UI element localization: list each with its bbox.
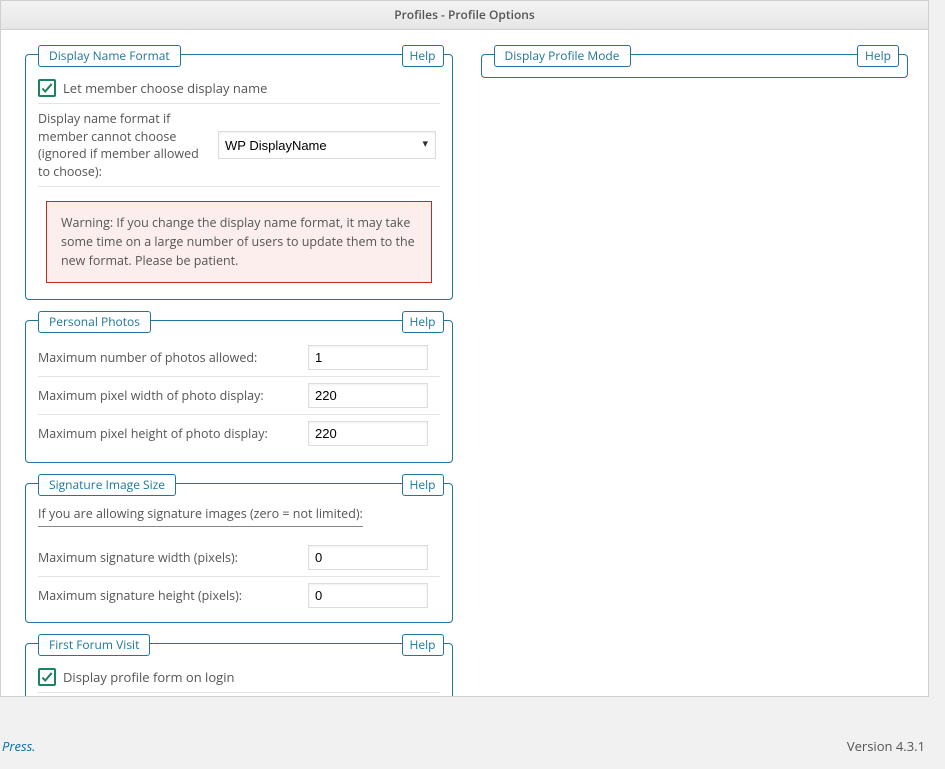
display-name-format-label: Display name format if member cannot cho… — [38, 110, 218, 180]
panel-signature-image-size: Signature Image Size Help If you are all… — [25, 483, 453, 623]
panel-first-forum-visit: First Forum Visit Help Display profile f… — [25, 643, 453, 697]
version-text: Version 4.3.1 — [847, 737, 925, 755]
let-member-choose-row: Let member choose display name — [38, 73, 440, 104]
check-icon — [40, 670, 54, 684]
sig-width-label: Maximum signature width (pixels): — [38, 549, 308, 567]
panel-personal-photos: Personal Photos Help Maximum number of p… — [25, 320, 453, 463]
max-height-label: Maximum pixel height of photo display: — [38, 425, 308, 443]
settings-page: Profiles - Profile Options Display Name … — [0, 0, 929, 697]
panel-legend: Signature Image Size — [38, 474, 176, 496]
signature-intro: If you are allowing signature images (ze… — [38, 505, 363, 527]
panel-legend: Personal Photos — [38, 311, 151, 333]
max-photos-row: Maximum number of photos allowed: — [38, 339, 440, 377]
row-control — [308, 383, 440, 408]
max-height-input[interactable] — [308, 421, 428, 446]
press-link[interactable]: Press. — [2, 737, 35, 755]
row-control — [308, 421, 440, 446]
force-password-change-row: Force password change — [38, 693, 440, 697]
column-left: Display Name Format Help Let member choo… — [25, 54, 453, 697]
row-control — [308, 545, 440, 570]
let-member-choose-label: Let member choose display name — [63, 79, 267, 97]
signature-intro-wrap: If you are allowing signature images (ze… — [38, 502, 440, 539]
panel-display-name-format: Display Name Format Help Let member choo… — [25, 54, 453, 300]
row-control — [308, 583, 440, 608]
check-icon — [40, 81, 54, 95]
help-button[interactable]: Help — [402, 311, 444, 333]
display-profile-form-label: Display profile form on login — [63, 668, 234, 686]
panel-legend: First Forum Visit — [38, 634, 150, 656]
panel-legend: Display Profile Mode — [494, 45, 631, 67]
display-name-warning: Warning: If you change the display name … — [46, 201, 432, 283]
help-button[interactable]: Help — [402, 474, 444, 496]
display-name-format-control: WP DisplayName — [218, 131, 440, 159]
max-width-label: Maximum pixel width of photo display: — [38, 387, 308, 405]
page-title: Profiles - Profile Options — [1, 1, 928, 30]
let-member-choose-checkbox[interactable] — [38, 79, 56, 97]
columns: Display Name Format Help Let member choo… — [1, 30, 928, 697]
row-control — [308, 345, 440, 370]
panel-legend: Display Name Format — [38, 45, 181, 67]
display-name-format-select[interactable]: WP DisplayName — [218, 131, 436, 159]
max-photos-label: Maximum number of photos allowed: — [38, 349, 308, 367]
help-button[interactable]: Help — [857, 45, 899, 67]
help-button[interactable]: Help — [402, 634, 444, 656]
sig-width-input[interactable] — [308, 545, 428, 570]
max-width-row: Maximum pixel width of photo display: — [38, 377, 440, 415]
display-name-format-row: Display name format if member cannot cho… — [38, 104, 440, 187]
column-right: Display Profile Mode Help — [481, 54, 909, 697]
display-profile-form-checkbox[interactable] — [38, 668, 56, 686]
page-footer: Press. Version 4.3.1 — [0, 725, 945, 769]
select-wrap: WP DisplayName — [218, 131, 436, 159]
panel-display-profile-mode: Display Profile Mode Help — [481, 54, 909, 78]
sig-height-input[interactable] — [308, 583, 428, 608]
display-profile-form-row: Display profile form on login — [38, 662, 440, 693]
max-height-row: Maximum pixel height of photo display: — [38, 415, 440, 452]
sig-width-row: Maximum signature width (pixels): — [38, 539, 440, 577]
sig-height-label: Maximum signature height (pixels): — [38, 587, 308, 605]
help-button[interactable]: Help — [402, 45, 444, 67]
max-photos-input[interactable] — [308, 345, 428, 370]
max-width-input[interactable] — [308, 383, 428, 408]
sig-height-row: Maximum signature height (pixels): — [38, 577, 440, 614]
